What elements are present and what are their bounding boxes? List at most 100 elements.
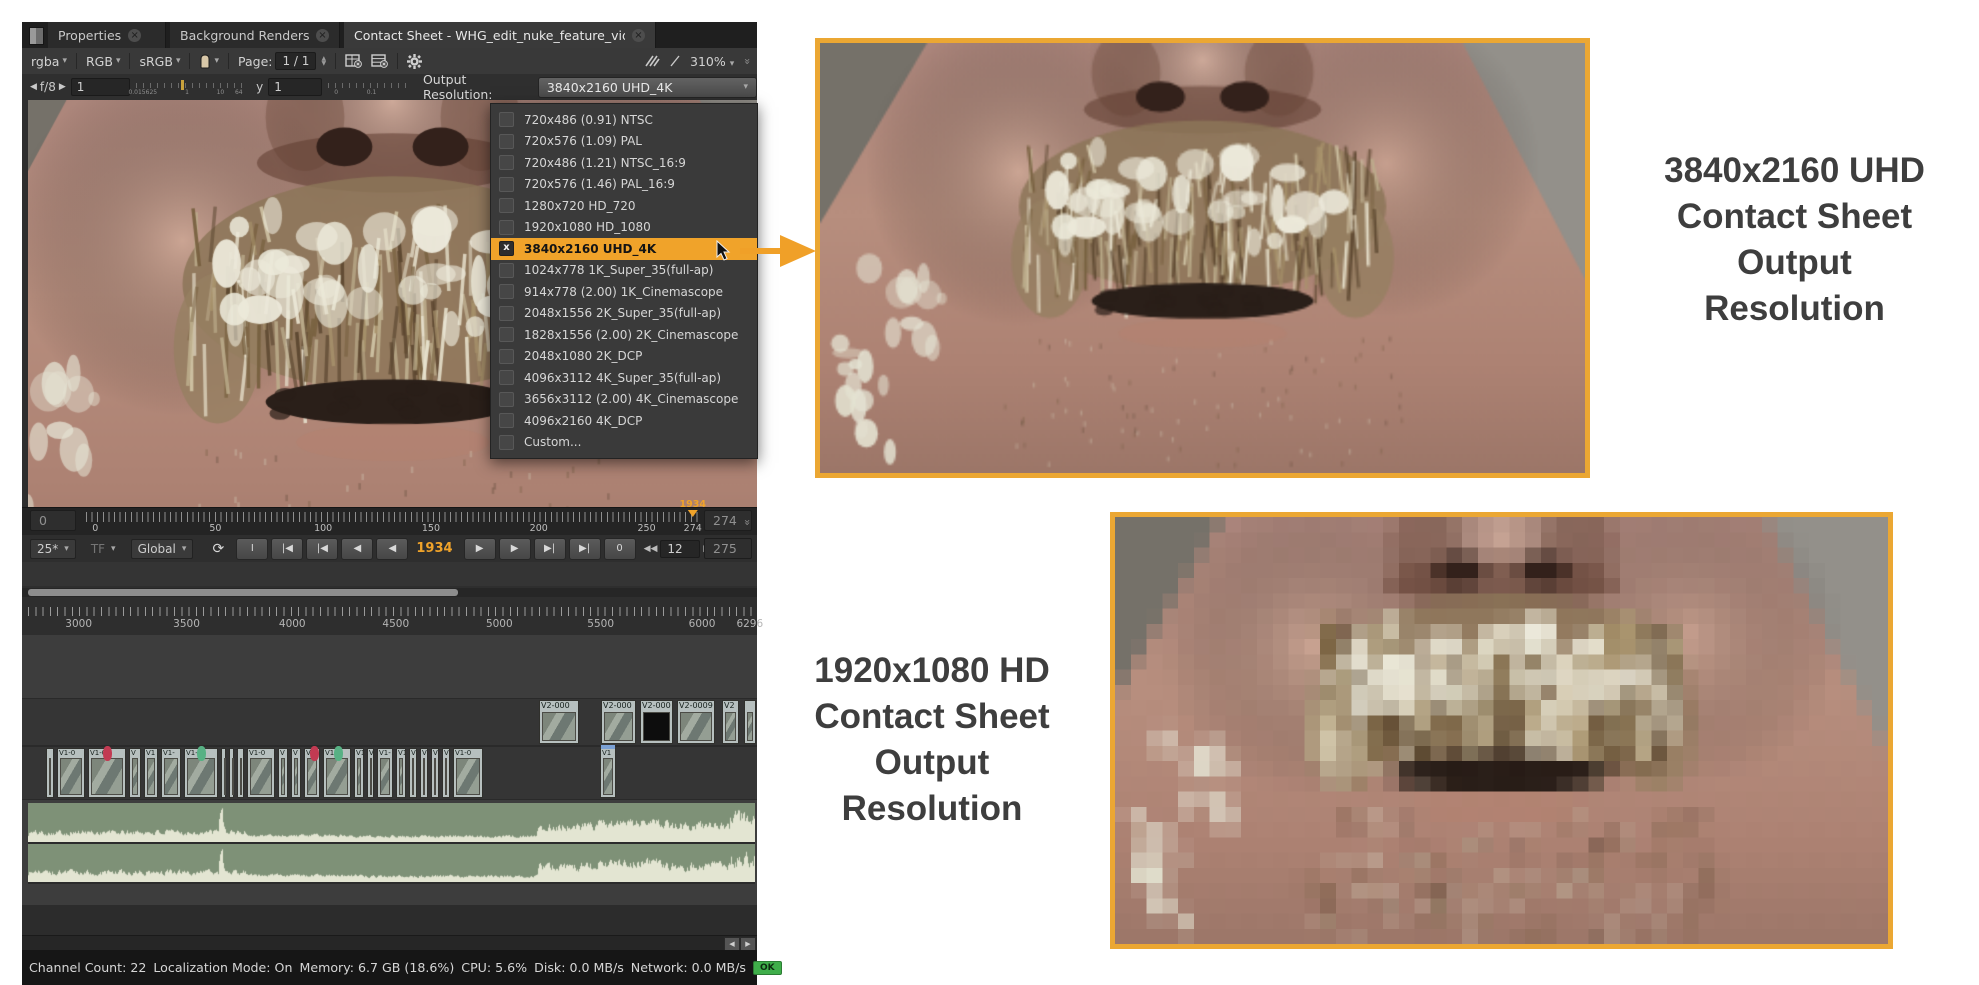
go-to-start-button[interactable]: |◀	[271, 538, 303, 560]
checkbox[interactable]	[499, 284, 514, 299]
playhead[interactable]: 1934	[680, 499, 706, 522]
checkbox[interactable]	[499, 112, 514, 127]
arrow-right-icon[interactable]: ▶	[59, 82, 66, 92]
go-to-end-button[interactable]: ▶|	[569, 538, 601, 560]
double-chevron-icon[interactable]: »	[741, 519, 754, 526]
tab-contact-sheet-whg-edit-n[interactable]: Contact Sheet - WHG_edit_nuke_feature_vi…	[344, 22, 656, 48]
tab-properties[interactable]: Properties×	[48, 22, 166, 48]
wipe-icon[interactable]	[644, 55, 660, 67]
range-mode-select[interactable]: Global▾	[131, 539, 194, 559]
timeline-clip-v1[interactable]: V	[291, 748, 301, 798]
settings-button[interactable]	[407, 54, 422, 69]
dropdown-item[interactable]: Custom...	[491, 432, 757, 454]
timeline-clip-v1[interactable]: V	[129, 748, 141, 798]
timeline-clip-v1[interactable]	[221, 748, 226, 798]
checkbox[interactable]	[499, 263, 514, 278]
timeline-clip-v1[interactable]: V1	[144, 748, 158, 798]
close-icon[interactable]: ×	[632, 29, 645, 42]
clear-renders-button[interactable]	[371, 54, 388, 68]
audio-track-a1[interactable]	[28, 803, 755, 844]
timeline-clip-v2[interactable]: V2-000	[640, 700, 673, 744]
gamma-slider[interactable]: 00.1	[328, 81, 407, 93]
timeline-clip-v1[interactable]: V1-0	[57, 748, 85, 798]
timeline-clip-v1[interactable]	[46, 748, 54, 798]
timeline-clip-v1[interactable]: V1-	[377, 748, 393, 798]
colorspace-select[interactable]: sRGB▾	[139, 54, 180, 69]
timeline-clip-v1[interactable]: V	[304, 748, 320, 798]
timeline-clip-v1[interactable]: V1-0	[184, 748, 218, 798]
double-chevron-icon[interactable]: »	[741, 58, 754, 65]
timeline-clip-v1[interactable]: V1-0	[247, 748, 275, 798]
timeline-clip-v1[interactable]: V1	[354, 748, 364, 798]
prev-edit-button[interactable]: |◀	[306, 538, 338, 560]
checkbox[interactable]	[499, 155, 514, 170]
gamma-input[interactable]: 1	[268, 78, 322, 96]
tab-background-renders[interactable]: Background Renders×	[170, 22, 340, 48]
timeline-clip-v1[interactable]: V	[367, 748, 374, 798]
skip-back-button[interactable]: ◀◀	[644, 544, 658, 554]
checkbox[interactable]	[499, 435, 514, 450]
checkbox[interactable]	[499, 134, 514, 149]
timecode-select[interactable]: TF▾	[84, 539, 123, 559]
gain-input[interactable]: 1	[71, 78, 131, 96]
timeline-clip-v1[interactable]: V1-0	[88, 748, 126, 798]
slash-icon[interactable]	[670, 55, 680, 67]
timeline-clip-v1[interactable]: V	[442, 748, 450, 798]
timeline-clip-v2[interactable]: V2	[722, 700, 739, 744]
timeline-clip-v1[interactable]	[237, 748, 244, 798]
dropdown-item[interactable]: 914x778 (2.00) 1K_Cinemascope	[491, 281, 757, 303]
timeline-clip-v1[interactable]: V1	[396, 748, 406, 798]
timeline-clip-v1[interactable]: V1-	[161, 748, 181, 798]
checkbox[interactable]	[499, 392, 514, 407]
dropdown-item[interactable]: 720x576 (1.46) PAL_16:9	[491, 174, 757, 196]
close-icon[interactable]: ×	[316, 29, 329, 42]
dropdown-item[interactable]: 4096x2160 4K_DCP	[491, 410, 757, 432]
gain-slider[interactable]: 0.01562511064	[136, 81, 244, 93]
timeline-clip-v1[interactable]: V1	[600, 748, 616, 798]
timeline-clip-v1[interactable]: V	[409, 748, 417, 798]
step-forward-button[interactable]: ▶	[499, 538, 531, 560]
edit-timeline-ruler[interactable]: 30003500400045005000550060006296	[22, 599, 757, 635]
timeline-clip-v2[interactable]: V2-000	[601, 700, 636, 744]
next-frame-value[interactable]: 275	[704, 538, 752, 559]
scroll-right-button[interactable]: ▶	[740, 937, 756, 951]
page-spinner[interactable]: ▲▼	[321, 56, 326, 66]
dropdown-item[interactable]: 1920x1080 HD_1080	[491, 217, 757, 239]
audio-track-a2[interactable]	[28, 844, 755, 884]
play-forward-button[interactable]: ▶	[464, 538, 496, 560]
cliptest-button[interactable]: ▾	[199, 54, 219, 69]
zoom-level-select[interactable]: 310% ▾	[690, 54, 734, 69]
layer-select[interactable]: RGB▾	[86, 54, 120, 69]
fps-select[interactable]: 25*▾	[30, 539, 76, 559]
dropdown-item[interactable]: 2048x1080 2K_DCP	[491, 346, 757, 368]
dropdown-item[interactable]: 720x576 (1.09) PAL	[491, 131, 757, 153]
dropdown-item[interactable]: 1024x778 1K_Super_35(full-ap)	[491, 260, 757, 282]
next-edit-button[interactable]: ▶|	[534, 538, 566, 560]
checkbox[interactable]	[499, 198, 514, 213]
timeline-clip-v1[interactable]: V1-0	[453, 748, 483, 798]
output-resolution-select[interactable]: 3840x2160 UHD_4K ▾	[538, 77, 757, 98]
timeline-clip-v1[interactable]: V	[420, 748, 428, 798]
dropdown-item[interactable]: 2048x1556 2K_Super_35(full-ap)	[491, 303, 757, 325]
dropdown-item[interactable]: 720x486 (0.91) NTSC	[491, 109, 757, 131]
dropdown-item[interactable]: 1828x1556 (2.00) 2K_Cinemascope	[491, 324, 757, 346]
dropdown-item[interactable]: 1280x720 HD_720	[491, 195, 757, 217]
checkbox[interactable]	[499, 220, 514, 235]
step-back-button[interactable]: ◀	[341, 538, 373, 560]
checkbox[interactable]: x	[499, 241, 514, 256]
timeline-scrollbar[interactable]	[22, 588, 757, 597]
timeline-clip-v1[interactable]: V	[278, 748, 288, 798]
current-frame-value[interactable]: 1934	[416, 541, 452, 556]
checkbox[interactable]	[499, 349, 514, 364]
frame-ruler[interactable]: 0 050100150200250274 274 » 1934	[22, 507, 757, 536]
checkbox[interactable]	[499, 177, 514, 192]
play-backward-button[interactable]: ◀	[376, 538, 408, 560]
zero-button[interactable]: 0	[604, 538, 636, 560]
timeline-clip-v2[interactable]: V2-000	[539, 700, 579, 744]
timeline-clip-v2[interactable]: V2-0009	[677, 700, 715, 744]
arrow-left-icon[interactable]: ◀	[30, 82, 37, 92]
page-value[interactable]: 1 / 1	[275, 52, 316, 70]
mark-in-button[interactable]: I	[236, 538, 268, 560]
checkbox[interactable]	[499, 327, 514, 342]
dropdown-item[interactable]: 720x486 (1.21) NTSC_16:9	[491, 152, 757, 174]
